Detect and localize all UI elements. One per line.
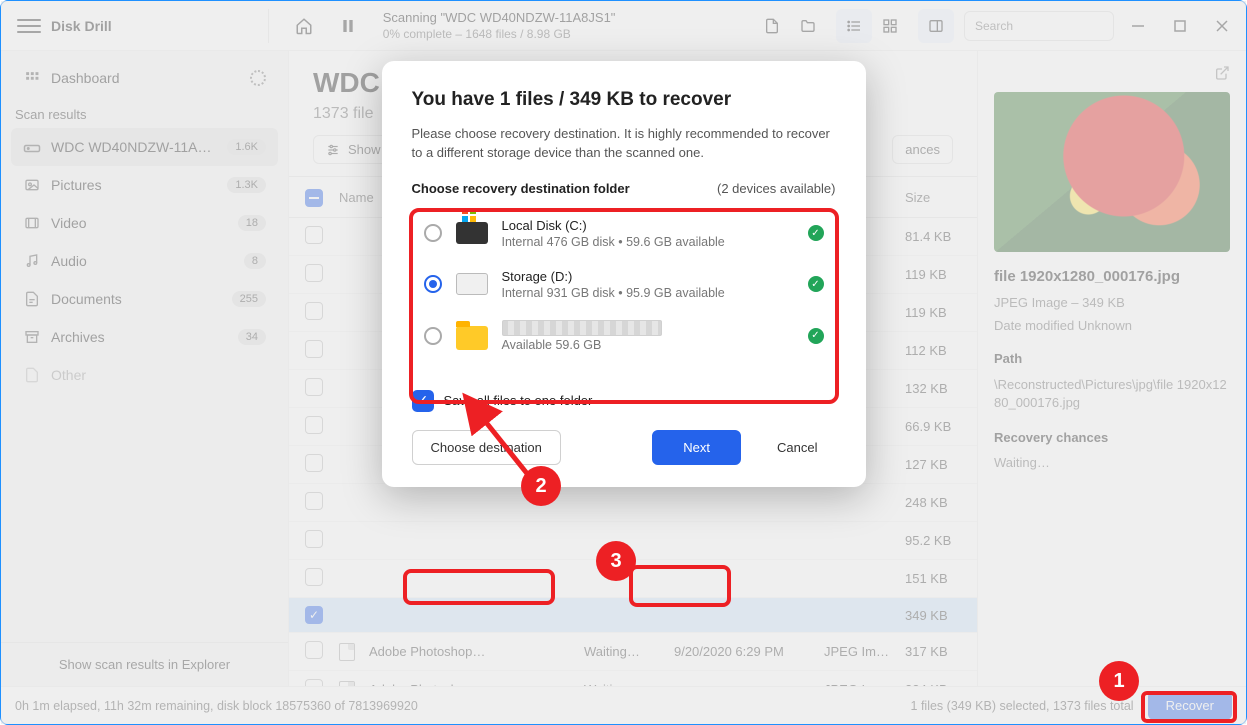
dest-sub: Internal 931 GB disk • 95.9 GB available <box>502 286 794 300</box>
recovery-dialog: You have 1 files / 349 KB to recover Ple… <box>382 61 866 487</box>
dest-sub: Available 59.6 GB <box>502 338 794 352</box>
choose-destination-button[interactable]: Choose destination <box>412 430 561 465</box>
choose-folder-label: Choose recovery destination folder <box>412 181 630 196</box>
dest-title: Local Disk (C:) <box>502 218 794 233</box>
folder-icon <box>456 326 488 350</box>
destination-option-d[interactable]: Storage (D:) Internal 931 GB disk • 95.9… <box>414 259 834 310</box>
checkbox-label: Save all files to one folder <box>444 393 593 408</box>
devices-available-label: (2 devices available) <box>717 181 836 196</box>
check-icon: ✓ <box>808 276 824 292</box>
dialog-body: Please choose recovery destination. It i… <box>412 125 836 163</box>
destination-option-folder[interactable]: Available 59.6 GB ✓ <box>414 310 834 362</box>
destination-list: Local Disk (C:) Internal 476 GB disk • 5… <box>412 202 836 368</box>
next-button[interactable]: Next <box>652 430 741 465</box>
radio-icon[interactable] <box>424 327 442 345</box>
check-icon: ✓ <box>808 225 824 241</box>
dest-title: Storage (D:) <box>502 269 794 284</box>
check-icon: ✓ <box>808 328 824 344</box>
dest-sub: Internal 476 GB disk • 59.6 GB available <box>502 235 794 249</box>
radio-icon[interactable] <box>424 224 442 242</box>
drive-icon <box>456 222 488 244</box>
cancel-button[interactable]: Cancel <box>759 431 835 464</box>
redacted-label <box>502 320 662 336</box>
dialog-heading: You have 1 files / 349 KB to recover <box>412 89 836 111</box>
save-to-one-folder-checkbox[interactable]: ✓ Save all files to one folder <box>412 390 836 412</box>
radio-icon[interactable] <box>424 275 442 293</box>
modal-overlay: You have 1 files / 349 KB to recover Ple… <box>1 1 1246 724</box>
destination-option-c[interactable]: Local Disk (C:) Internal 476 GB disk • 5… <box>414 208 834 259</box>
drive-icon <box>456 273 488 295</box>
checkbox-icon: ✓ <box>412 390 434 412</box>
